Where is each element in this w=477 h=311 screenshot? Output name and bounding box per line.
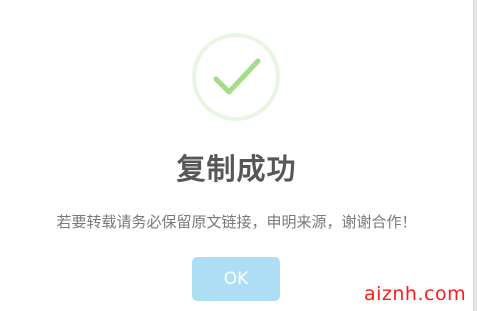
ok-button[interactable]: OK (192, 257, 280, 301)
dialog-title: 复制成功 (176, 152, 297, 186)
window-edge (473, 0, 477, 311)
dialog-message: 若要转载请务必保留原文链接，申明来源，谢谢合作！ (56, 213, 417, 231)
checkmark-icon (213, 58, 261, 95)
success-dialog: 复制成功 若要转载请务必保留原文链接，申明来源，谢谢合作！ OK (0, 0, 473, 311)
page: 复制成功 若要转载请务必保留原文链接，申明来源，谢谢合作！ OK aiznh.c… (0, 0, 477, 311)
watermark-text: aiznh.com (364, 283, 467, 305)
success-checkmark-icon (192, 33, 280, 121)
